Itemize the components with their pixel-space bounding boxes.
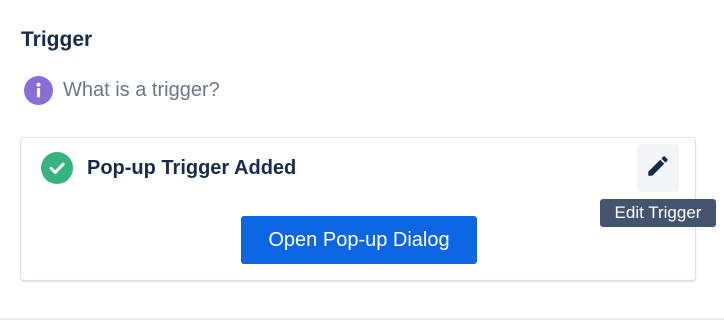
what-is-trigger-link[interactable]: What is a trigger?: [24, 75, 220, 105]
edit-trigger-tooltip: Edit Trigger: [600, 199, 716, 227]
section-title: Trigger: [21, 28, 93, 51]
pencil-icon: [645, 153, 671, 184]
open-popup-dialog-button[interactable]: Open Pop-up Dialog: [241, 216, 477, 264]
trigger-status-text: Pop-up Trigger Added: [87, 157, 297, 179]
help-link-label: What is a trigger?: [63, 78, 220, 101]
edit-trigger-button[interactable]: [637, 144, 679, 192]
check-circle-icon: [41, 152, 73, 184]
trigger-card: Pop-up Trigger Added Open Pop-up Dialog: [20, 137, 696, 281]
info-icon: [24, 75, 53, 105]
bottom-divider: [0, 318, 724, 320]
